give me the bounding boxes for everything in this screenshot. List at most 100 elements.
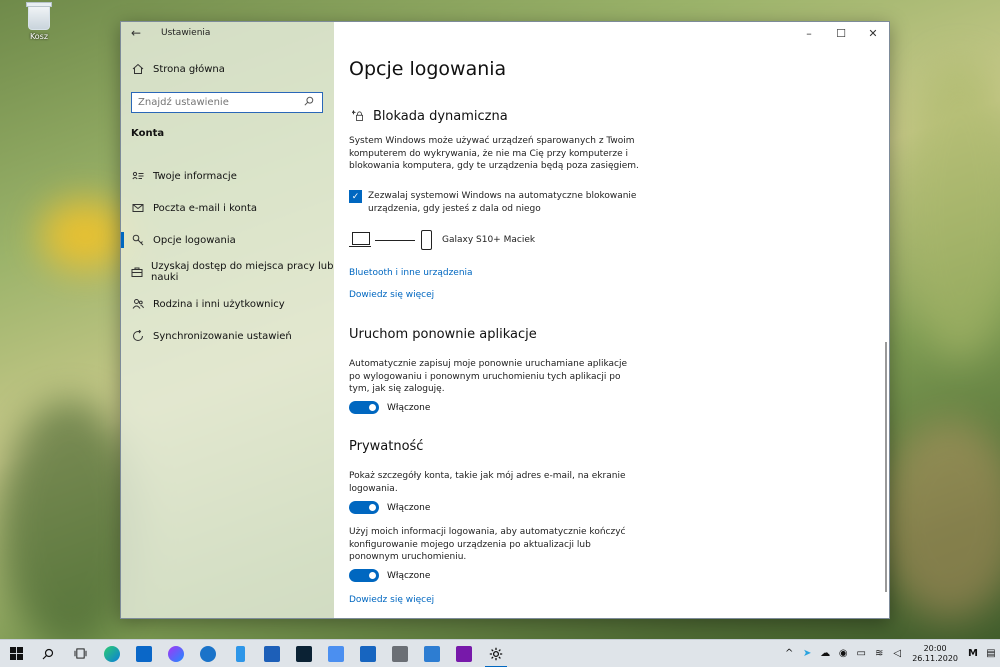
photos-icon[interactable] bbox=[416, 640, 448, 667]
person-card-icon bbox=[131, 169, 145, 183]
sidebar-item-sign-in-options[interactable]: Opcje logowania bbox=[121, 224, 334, 256]
search-box bbox=[131, 92, 323, 113]
sidebar-item-label: Rodzina i inni użytkownicy bbox=[153, 298, 285, 310]
caption-buttons: – ☐ ✕ bbox=[793, 22, 889, 44]
dynamic-lock-checkbox-row: ✓ Zezwalaj systemowi Windows na automaty… bbox=[349, 190, 639, 215]
connection-line bbox=[375, 239, 415, 241]
translate-icon[interactable] bbox=[320, 640, 352, 667]
word-icon[interactable] bbox=[256, 640, 288, 667]
chevron-up-icon[interactable]: ^ bbox=[780, 648, 798, 659]
settings-taskbar-icon[interactable] bbox=[480, 640, 512, 667]
sidebar-item-sync[interactable]: Synchronizowanie ustawień bbox=[121, 320, 334, 352]
lock-sparkle-icon bbox=[349, 108, 367, 124]
sidebar-item-your-info[interactable]: Twoje informacje bbox=[121, 160, 334, 192]
dynamic-lock-description: System Windows może używać urządzeń spar… bbox=[349, 136, 639, 171]
task-view-icon[interactable] bbox=[64, 640, 96, 667]
sidebar-item-work-access[interactable]: Uzyskaj dostęp do miejsca pracy lub nauk… bbox=[121, 256, 334, 288]
sidebar-item-family[interactable]: Rodzina i inni użytkownicy bbox=[121, 288, 334, 320]
photoshop-icon[interactable] bbox=[288, 640, 320, 667]
clock-time: 20:00 bbox=[923, 643, 947, 653]
sidebar-item-label: Twoje informacje bbox=[153, 170, 237, 182]
close-icon[interactable]: ✕ bbox=[857, 22, 889, 44]
sidebar-home[interactable]: Strona główna bbox=[131, 62, 225, 76]
background-foliage bbox=[880, 420, 1000, 620]
privacy-learn-more-link[interactable]: Dowiedz się więcej bbox=[349, 595, 434, 605]
onenote-icon[interactable] bbox=[448, 640, 480, 667]
volume-icon[interactable]: ◁ bbox=[888, 648, 906, 659]
restart-apps-heading: Uruchom ponownie aplikacje bbox=[349, 327, 537, 342]
dynamic-lock-title: Blokada dynamiczna bbox=[373, 108, 508, 124]
app-icon[interactable] bbox=[192, 640, 224, 667]
phone-icon bbox=[421, 230, 432, 250]
sidebar-section-title: Konta bbox=[131, 128, 165, 139]
sidebar-item-label: Synchronizowanie ustawień bbox=[153, 330, 292, 342]
use-signin-info-toggle-label: Włączone bbox=[387, 570, 431, 581]
start-icon[interactable] bbox=[0, 640, 32, 667]
privacy-signin-toggle-row: Włączone bbox=[349, 569, 430, 582]
sidebar: ← Ustawienia Strona główna Konta Twoje i… bbox=[121, 22, 334, 618]
mail-app-icon[interactable] bbox=[128, 640, 160, 667]
taskbar: ^ ➤ ☁ ◉ ▭ ≋ ◁ 20:00 26.11.2020 M ▤ bbox=[0, 639, 1000, 667]
sync-icon bbox=[131, 329, 145, 343]
restart-apps-toggle-row: Włączone bbox=[349, 401, 430, 414]
mail-icon bbox=[131, 201, 145, 215]
clock-date: 26.11.2020 bbox=[912, 653, 958, 663]
telegram-icon[interactable]: ➤ bbox=[798, 648, 816, 659]
paired-device-row: Galaxy S10+ Maciek bbox=[349, 230, 535, 250]
edge-icon[interactable] bbox=[96, 640, 128, 667]
privacy-heading: Prywatność bbox=[349, 439, 424, 454]
calculator-icon[interactable] bbox=[384, 640, 416, 667]
todo-icon[interactable] bbox=[352, 640, 384, 667]
desktop-recycle-bin[interactable]: Kosz bbox=[20, 2, 58, 41]
device-name: Galaxy S10+ Maciek bbox=[442, 235, 536, 245]
search-input[interactable] bbox=[132, 97, 304, 108]
dynamic-lock-learn-more-link[interactable]: Dowiedz się więcej bbox=[349, 290, 434, 300]
window-title: Ustawienia bbox=[161, 28, 211, 38]
gamepad-icon[interactable]: ◉ bbox=[834, 648, 852, 659]
show-account-details-toggle-label: Włączone bbox=[387, 502, 431, 513]
laptop-icon bbox=[349, 232, 371, 248]
battery-icon[interactable]: ▭ bbox=[852, 648, 870, 659]
main-content: – ☐ ✕ Opcje logowania Blokada dynamiczna… bbox=[334, 22, 889, 618]
clock[interactable]: 20:00 26.11.2020 bbox=[912, 644, 958, 664]
wifi-icon[interactable]: ≋ bbox=[870, 648, 888, 659]
search-icon[interactable] bbox=[304, 96, 322, 109]
maximize-icon[interactable]: ☐ bbox=[825, 22, 857, 44]
sidebar-nav: Twoje informacje Poczta e-mail i konta O… bbox=[121, 160, 334, 352]
settings-window: ← Ustawienia Strona główna Konta Twoje i… bbox=[120, 21, 890, 619]
dynamic-lock-heading: Blokada dynamiczna bbox=[349, 108, 508, 124]
minimize-icon[interactable]: – bbox=[793, 22, 825, 44]
briefcase-icon bbox=[131, 265, 143, 279]
restart-apps-description: Automatycznie zapisuj moje ponownie uruc… bbox=[349, 359, 628, 394]
dynamic-lock-checkbox[interactable]: ✓ bbox=[349, 190, 362, 203]
bluetooth-devices-link[interactable]: Bluetooth i inne urządzenia bbox=[349, 268, 473, 278]
system-tray: ^ ➤ ☁ ◉ ▭ ≋ ◁ 20:00 26.11.2020 M ▤ bbox=[780, 644, 1000, 664]
cloud-icon[interactable]: ☁ bbox=[816, 648, 834, 659]
app-indicator-icon[interactable]: M bbox=[964, 648, 982, 659]
key-icon bbox=[131, 233, 145, 247]
back-arrow-icon[interactable]: ← bbox=[121, 26, 151, 40]
privacy-description-signin: Użyj moich informacji logowania, aby aut… bbox=[349, 527, 626, 562]
page-title: Opcje logowania bbox=[349, 58, 507, 80]
sidebar-item-email[interactable]: Poczta e-mail i konta bbox=[121, 192, 334, 224]
phone-app-icon[interactable] bbox=[224, 640, 256, 667]
scrollbar[interactable] bbox=[885, 342, 887, 592]
restart-apps-toggle-label: Włączone bbox=[387, 402, 431, 413]
recycle-bin-icon bbox=[26, 2, 52, 30]
sidebar-item-label: Uzyskaj dostęp do miejsca pracy lub nauk… bbox=[151, 261, 334, 283]
background-foliage bbox=[0, 400, 140, 650]
messenger-icon[interactable] bbox=[160, 640, 192, 667]
sidebar-item-label: Opcje logowania bbox=[153, 234, 236, 246]
show-account-details-toggle[interactable] bbox=[349, 501, 379, 514]
background-foliage bbox=[900, 60, 1000, 360]
search-icon[interactable] bbox=[32, 640, 64, 667]
dynamic-lock-checkbox-label: Zezwalaj systemowi Windows na automatycz… bbox=[368, 191, 637, 214]
privacy-account-toggle-row: Włączone bbox=[349, 501, 430, 514]
restart-apps-toggle[interactable] bbox=[349, 401, 379, 414]
privacy-description-account: Pokaż szczegóły konta, takie jak mój adr… bbox=[349, 471, 626, 494]
use-signin-info-toggle[interactable] bbox=[349, 569, 379, 582]
home-icon bbox=[131, 62, 145, 76]
notification-icon[interactable]: ▤ bbox=[982, 648, 1000, 659]
sidebar-item-label: Poczta e-mail i konta bbox=[153, 202, 258, 214]
people-icon bbox=[131, 297, 145, 311]
